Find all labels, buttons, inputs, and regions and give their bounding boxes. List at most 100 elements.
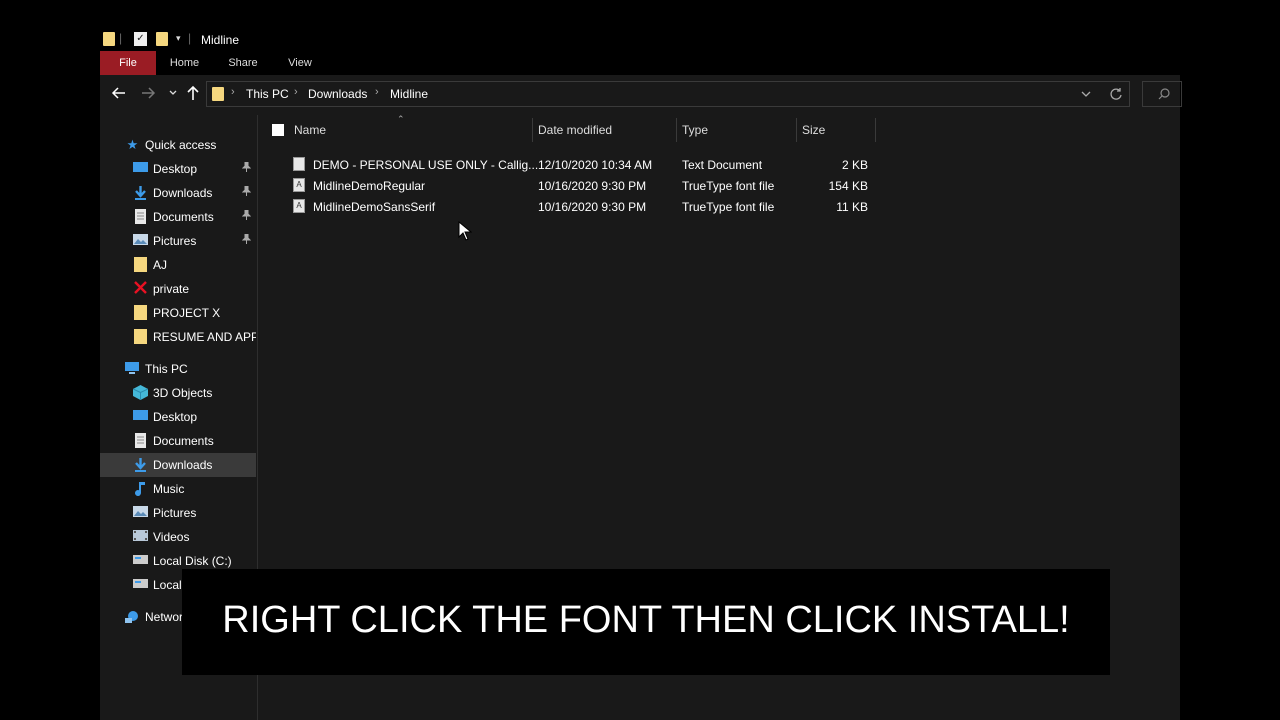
tab-view[interactable]: View [280,51,320,75]
pictures-icon [133,233,148,248]
sidebar-item-this-pc[interactable]: This PC [100,357,256,381]
tab-home[interactable]: Home [162,51,207,75]
sidebar-item-label: Documents [153,210,214,224]
videos-icon [133,529,148,544]
sidebar-item-downloads[interactable]: Downloads [100,453,256,477]
file-name: DEMO - PERSONAL USE ONLY - Callig... [313,158,539,172]
3d-objects-icon [132,385,149,400]
file-row[interactable]: A MidlineDemoRegular 10/16/2020 9:30 PM Tru… [289,175,879,196]
download-icon [133,185,148,200]
sidebar-item-desktop[interactable]: Desktop [100,157,256,181]
font-file-icon: A [293,178,305,192]
breadcrumb-separator: › [231,86,235,98]
network-icon [124,609,139,624]
arrow-right-icon [142,87,156,99]
sidebar-item-label: RESUME AND APPL [153,330,256,344]
breadcrumb-separator: › [294,86,298,98]
navigation-bar: › This PC › Downloads › Midline [100,75,1182,115]
sidebar-item-label: Desktop [153,162,198,176]
address-dropdown-button[interactable] [1080,86,1092,105]
up-button[interactable] [183,85,203,105]
sidebar-item-label: Videos [153,530,190,544]
file-type: TrueType font file [682,200,775,214]
sidebar-item-private[interactable]: private [100,277,256,301]
desktop-icon [133,161,148,176]
sidebar-item-label: Documents [153,434,214,448]
sidebar-item-aj[interactable]: AJ [100,253,256,277]
document-icon [133,433,148,448]
search-icon [1158,88,1170,100]
sidebar-item-label: Local Disk (C:) [153,554,232,568]
sidebar-item-label: PROJECT X [153,306,221,320]
folder-icon [133,329,148,344]
font-file-icon: A [293,199,305,213]
column-header-date[interactable]: Date modified [538,123,612,137]
error-folder-icon [133,281,148,296]
sidebar-item-project-x[interactable]: PROJECT X [100,301,256,325]
sidebar-item-label: AJ [153,258,168,272]
pictures-icon [133,505,148,520]
column-header-name[interactable]: Name [294,123,326,137]
mouse-cursor-icon [458,221,472,241]
file-row[interactable]: DEMO - PERSONAL USE ONLY - Callig... 12/1… [289,154,879,175]
tab-file[interactable]: File [100,51,156,75]
sidebar-item-music[interactable]: Music [100,477,256,501]
properties-icon[interactable]: ✓ [134,32,147,46]
sidebar-item-label: Desktop [153,410,198,424]
folder-icon [103,32,115,46]
disk-icon [133,553,148,568]
sidebar-item-pictures[interactable]: Pictures [100,501,256,525]
sidebar-item-3d-objects[interactable]: 3D Objects [100,381,256,405]
computer-icon [124,361,139,376]
sidebar-item-resume-and-appl[interactable]: RESUME AND APPL [100,325,256,349]
sidebar-item-label: Downloads [153,458,213,472]
column-divider[interactable] [532,118,533,142]
sidebar-item-label: Networ [145,610,184,624]
address-bar[interactable]: › This PC › Downloads › Midline [206,81,1130,107]
sidebar-item-label: Downloads [153,186,213,200]
sidebar-item-label: Quick access [145,138,217,152]
column-divider[interactable] [875,118,876,142]
sidebar-item-label: private [153,282,190,296]
column-divider[interactable] [676,118,677,142]
recent-locations-button[interactable] [163,85,183,105]
breadcrumb-this-pc[interactable]: This PC [246,87,289,101]
sidebar-item-pictures[interactable]: Pictures [100,229,256,253]
file-size: 11 KB [836,200,868,214]
sidebar-item-label: Music [153,482,185,496]
sidebar-item-documents[interactable]: Documents [100,205,256,229]
sidebar-item-documents[interactable]: Documents [100,429,256,453]
search-box[interactable] [1142,81,1182,107]
sidebar-item-label: Pictures [153,234,197,248]
breadcrumb-midline[interactable]: Midline [390,87,428,101]
document-icon [133,209,148,224]
ribbon-tabs: File Home Share View [100,51,1180,75]
file-name: MidlineDemoRegular [313,179,426,193]
caption-text: RIGHT CLICK THE FONT THEN CLICK INSTALL! [222,599,1070,641]
select-all-checkbox[interactable] [272,124,284,136]
back-button[interactable] [109,85,129,105]
music-icon [133,481,148,497]
text-file-icon [293,157,305,171]
disk-icon [133,577,148,592]
file-row[interactable]: A MidlineDemoSansSerif 10/16/2020 9:30 PM T… [289,196,879,217]
sidebar-item-quick-access[interactable]: ★ Quick access [100,133,256,157]
title-bar: | ✓ ▾ | Midline [100,28,1180,51]
pin-icon [241,209,252,223]
desktop-icon [133,409,148,424]
pin-icon [241,161,252,175]
refresh-button[interactable] [1109,86,1123,105]
new-folder-icon[interactable] [156,32,168,46]
forward-button[interactable] [138,85,158,105]
sidebar-item-desktop[interactable]: Desktop [100,405,256,429]
sidebar-item-downloads[interactable]: Downloads [100,181,256,205]
column-divider[interactable] [796,118,797,142]
sidebar-item-label: This PC [145,362,188,376]
sidebar-item-videos[interactable]: Videos [100,525,256,549]
column-header-type[interactable]: Type [682,123,708,137]
tab-share[interactable]: Share [222,51,264,75]
customize-toolbar-icon[interactable]: ▾ [176,33,181,44]
breadcrumb-downloads[interactable]: Downloads [308,87,367,101]
caption-banner: RIGHT CLICK THE FONT THEN CLICK INSTALL! [182,569,1110,675]
column-header-size[interactable]: Size [802,123,825,137]
